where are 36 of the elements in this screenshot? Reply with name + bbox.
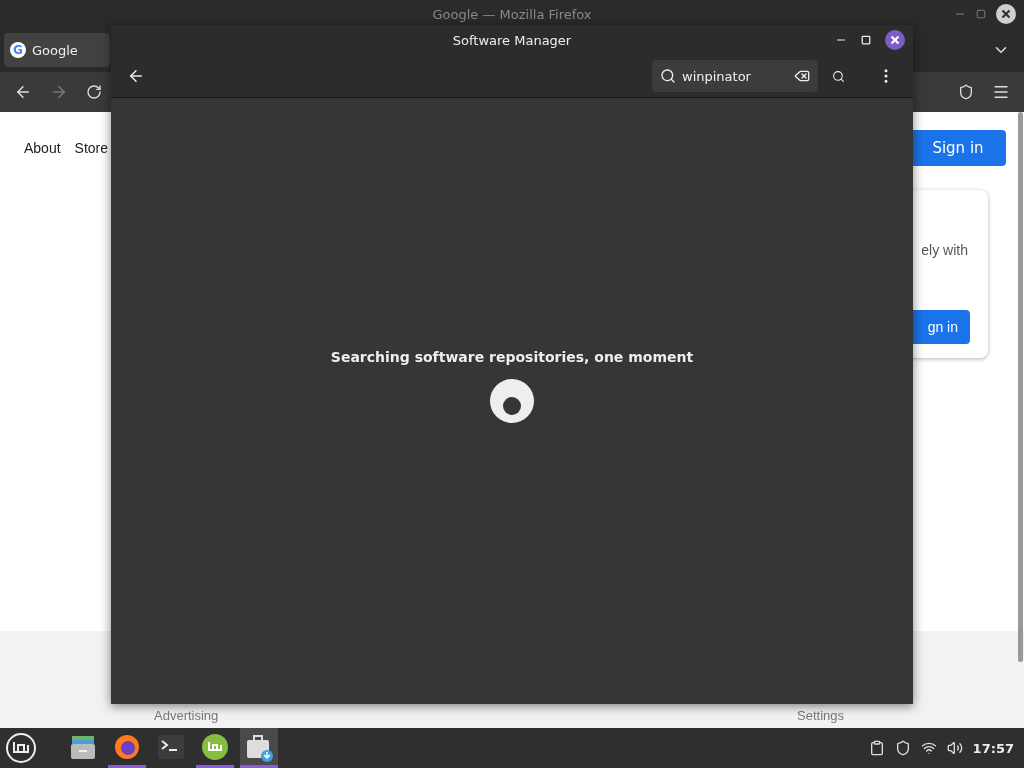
forward-icon[interactable] [50, 83, 68, 101]
search-field[interactable]: winpinator [652, 60, 818, 92]
mint-logo-icon [201, 732, 229, 761]
scrollbar[interactable] [1018, 112, 1023, 662]
window-title: Software Manager [452, 32, 572, 48]
close-icon[interactable] [885, 30, 905, 50]
nav-link[interactable]: About [24, 140, 61, 156]
footer-link[interactable]: Settings [797, 708, 844, 723]
mint-menu-icon[interactable] [4, 731, 38, 765]
volume-icon[interactable] [946, 740, 963, 756]
spinner-icon [490, 379, 534, 423]
close-icon[interactable] [996, 4, 1016, 24]
back-icon[interactable] [14, 83, 32, 101]
terminal-icon [157, 733, 185, 760]
back-icon[interactable] [127, 67, 145, 85]
shield-icon[interactable] [894, 740, 911, 756]
search-icon[interactable] [832, 69, 845, 83]
search-icon [660, 68, 676, 84]
footer-link[interactable]: Advertising [154, 708, 219, 723]
clear-icon[interactable] [794, 68, 810, 84]
menu-icon[interactable] [992, 83, 1010, 101]
nav-link[interactable]: Store [74, 140, 109, 156]
network-icon[interactable] [920, 740, 937, 756]
site-icon: G [10, 42, 26, 58]
sign-in-button[interactable]: Sign in [910, 130, 1006, 166]
clipboard-icon[interactable] [868, 740, 885, 756]
shield-icon[interactable] [958, 84, 974, 100]
status-message: Searching software repositories, one moment [330, 349, 694, 365]
sign-in-button[interactable]: gn in [913, 310, 970, 344]
window-title: Google — Mozilla Firefox [432, 6, 592, 22]
card-text: ely with [921, 242, 968, 258]
browser-tab[interactable]: G Google [4, 33, 110, 67]
taskbar-app-button[interactable] [240, 728, 278, 768]
browser-icon [113, 732, 141, 761]
clock: 17:57 [972, 740, 1014, 756]
reload-icon[interactable] [86, 84, 102, 100]
